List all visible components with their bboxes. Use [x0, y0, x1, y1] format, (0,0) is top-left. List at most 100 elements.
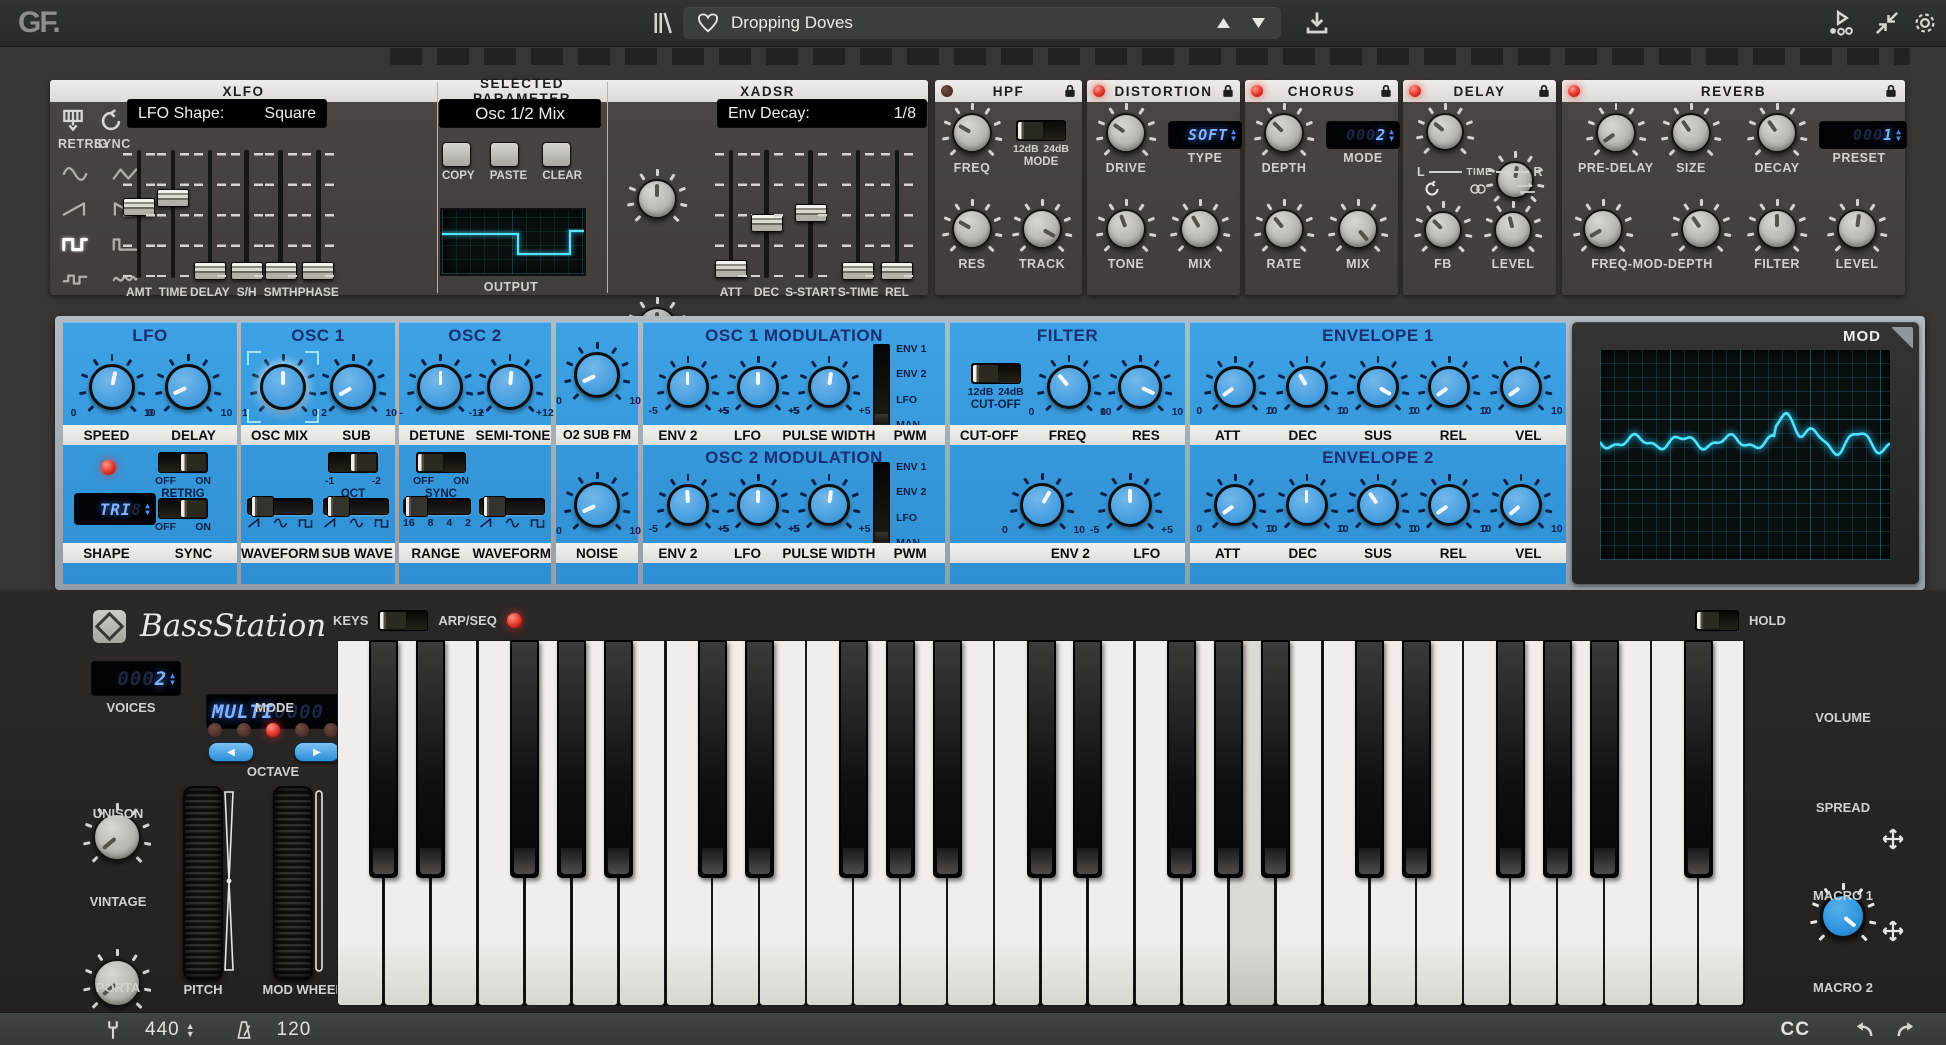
black-key-after-white-15[interactable] [1073, 640, 1102, 878]
dec-env-knob[interactable]: 010 [1281, 479, 1333, 531]
delay-lock-icon[interactable] [1538, 84, 1550, 98]
size-knob[interactable] [1666, 108, 1716, 158]
copy-button[interactable]: COPY [442, 142, 475, 182]
preset-prev-icon[interactable] [1215, 16, 1232, 30]
delay-slider[interactable]: DELAY [190, 150, 230, 299]
distortion-led[interactable] [1093, 85, 1105, 97]
delay-led[interactable] [1409, 85, 1421, 97]
reverb-level-knob[interactable] [1832, 204, 1882, 254]
delay-pingpong-icon[interactable] [1515, 182, 1537, 196]
xlfo-sliders[interactable]: AMTTIMEDELAYS/HSMTHPHASE [122, 150, 318, 299]
black-key-after-white-4[interactable] [557, 640, 586, 878]
black-key-after-white-0[interactable] [369, 640, 398, 878]
hpf-lock-icon[interactable] [1064, 84, 1076, 98]
reverb-lock-icon[interactable] [1885, 84, 1897, 98]
midi-learn-icon[interactable] [1828, 9, 1854, 37]
macro2-assign-icon[interactable] [1882, 920, 1904, 942]
lfo-shape-square-icon[interactable] [54, 230, 96, 258]
depth-knob[interactable] [1259, 108, 1309, 158]
hpf-freq-knob[interactable] [947, 108, 997, 158]
s/h-slider[interactable]: S/H [230, 150, 264, 299]
black-key-after-white-26[interactable] [1590, 640, 1619, 878]
black-key-after-white-8[interactable] [745, 640, 774, 878]
dec-slider[interactable]: DEC [750, 150, 784, 299]
decay-knob[interactable] [1752, 108, 1802, 158]
delay-time-l-knob[interactable] [1421, 108, 1469, 156]
distortion-type-lcd[interactable]: SOFT▲▼ [1169, 122, 1241, 148]
delay-sync-icon[interactable] [1423, 180, 1441, 198]
rel-env-knob[interactable]: 010 [1423, 479, 1475, 531]
amp-knob[interactable] [632, 174, 682, 224]
preset-browser-icon[interactable] [652, 11, 672, 35]
resize-collapse-icon[interactable] [1874, 9, 1900, 37]
osc1-sub-knob[interactable]: 010 [325, 359, 381, 415]
pwm-source-selector[interactable]: ENV 1ENV 2LFOMAN [873, 343, 926, 431]
filter-res-knob[interactable]: 010 [1113, 360, 1167, 414]
env-2-mod-knob[interactable]: -5+5 [662, 479, 714, 531]
hpf-track-knob[interactable] [1017, 204, 1067, 254]
black-key-after-white-24[interactable] [1496, 640, 1525, 878]
black-key-after-white-14[interactable] [1027, 640, 1056, 878]
favorite-heart-icon[interactable] [697, 13, 719, 33]
osc1-waveform-slider[interactable] [247, 498, 313, 529]
xadsr-sliders[interactable]: ATTDECS-STARTS-TIMEREL [714, 150, 914, 299]
o2-sub-fm-knob[interactable]: 010 [569, 347, 625, 403]
att-env-knob[interactable]: 010 [1209, 479, 1261, 531]
preset-next-icon[interactable] [1250, 16, 1267, 30]
hpf-mode-switch[interactable]: 12dB24dBMODE [1013, 120, 1069, 168]
phase-slider[interactable]: PHASE [298, 150, 339, 299]
osc2-detune-knob[interactable]: -+ [412, 359, 468, 415]
osc2-waveform-slider[interactable] [479, 498, 545, 529]
redo-icon[interactable] [1894, 1020, 1918, 1040]
drive-knob[interactable] [1101, 108, 1151, 158]
rate-knob[interactable] [1259, 204, 1309, 254]
sus-env-knob[interactable]: 010 [1352, 479, 1404, 531]
macro1-assign-icon[interactable] [1882, 828, 1904, 850]
lfo-sync-switch[interactable]: OFFON [155, 498, 211, 533]
reverb-filter-knob[interactable] [1752, 204, 1802, 254]
amt-slider[interactable]: AMT [122, 150, 156, 299]
osc1-oct-switch[interactable]: -1-2OCT [325, 452, 381, 500]
black-key-after-white-11[interactable] [886, 640, 915, 878]
att-env-knob[interactable]: 010 [1209, 361, 1261, 413]
lfo-retrig-switch[interactable]: OFFONRETRIG [155, 452, 211, 500]
reverb-freqmod-knob[interactable] [1578, 204, 1628, 254]
smth-slider[interactable]: SMTH [264, 150, 298, 299]
octave-down-button[interactable]: ◀ [208, 742, 254, 762]
pulse-width-mod-knob[interactable]: -5+5 [803, 479, 855, 531]
predelay-knob[interactable] [1591, 108, 1641, 158]
lfo-sync-button[interactable]: SYNC [94, 108, 128, 151]
dist-mix-knob[interactable] [1175, 204, 1225, 254]
black-key-after-white-12[interactable] [933, 640, 962, 878]
lfo-shape-lcd[interactable]: TRI8▲▼ [75, 494, 155, 524]
chorus-mix-knob[interactable] [1333, 204, 1383, 254]
tuning-value[interactable]: 440 [145, 1019, 180, 1041]
osc2-range-slider[interactable]: 16842 [403, 498, 471, 529]
voices-lcd[interactable]: 0002▲▼ [92, 662, 180, 695]
octave-up-button[interactable]: ▶ [294, 742, 340, 762]
black-key-after-white-17[interactable] [1167, 640, 1196, 878]
delay-level-knob[interactable] [1489, 206, 1537, 254]
black-key-after-white-3[interactable] [510, 640, 539, 878]
lfo-mod-knob[interactable]: -5+5 [732, 479, 784, 531]
distortion-lock-icon[interactable] [1222, 84, 1234, 98]
chorus-led[interactable] [1251, 85, 1263, 97]
filter-freq-knob[interactable]: 010 [1042, 360, 1096, 414]
delay-link-icon[interactable] [1468, 182, 1488, 196]
lfo-shape-saw-up-icon[interactable] [54, 195, 96, 223]
dec-env-knob[interactable]: 010 [1281, 361, 1333, 413]
rel-slider[interactable]: REL [880, 150, 914, 299]
black-key-after-white-10[interactable] [839, 640, 868, 878]
osc2-semitone-knob[interactable]: -12+12 [482, 359, 538, 415]
sus-env-knob[interactable]: 010 [1352, 361, 1404, 413]
rel-env-knob[interactable]: 010 [1423, 361, 1475, 413]
chorus-mode-lcd[interactable]: 0002▲▼ [1327, 122, 1399, 148]
osc2-sync-switch[interactable]: OFFONSYNC [413, 452, 469, 500]
piano-keyboard[interactable] [337, 640, 1745, 1006]
reverb-moddepth-knob[interactable] [1676, 204, 1726, 254]
s-start-slider[interactable]: S-START [785, 150, 836, 299]
cc-mode-button[interactable]: CC [1781, 1019, 1810, 1041]
time-slider[interactable]: TIME [156, 150, 190, 299]
paste-button[interactable]: PASTE [490, 142, 528, 182]
black-key-after-white-18[interactable] [1214, 640, 1243, 878]
